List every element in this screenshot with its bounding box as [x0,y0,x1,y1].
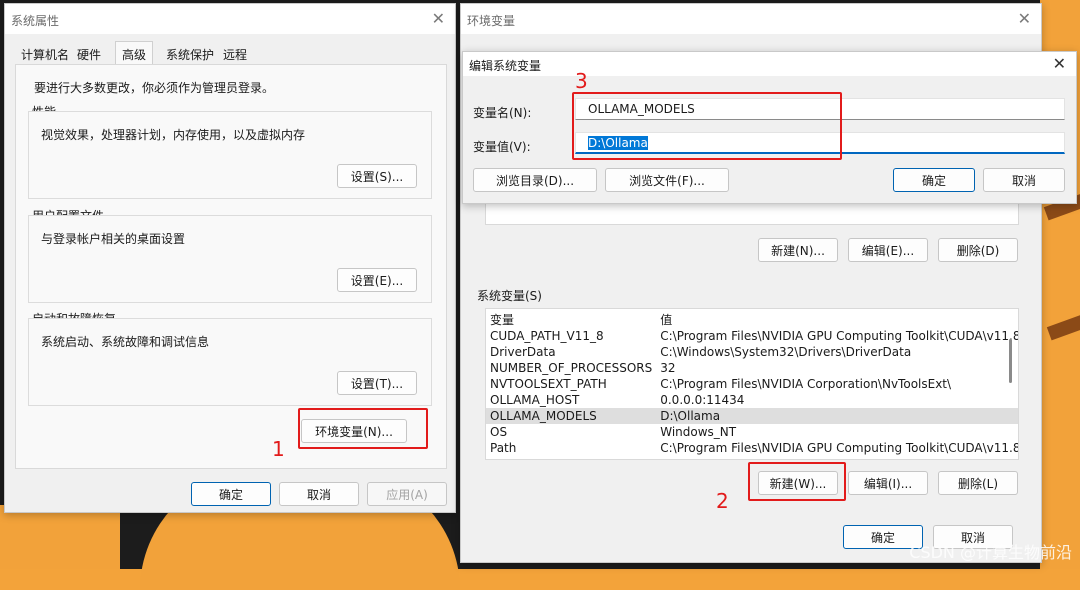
step1-number: 1 [272,437,285,461]
startup-group: 系统启动、系统故障和调试信息 设置(T)... [28,318,432,406]
table-row[interactable]: NVTOOLSEXT_PATH C:\Program Files\NVIDIA C… [486,376,1018,392]
ok-button[interactable]: 确定 [191,482,271,506]
dialog-title: 编辑系统变量 [469,59,542,73]
system-variables-list[interactable]: 变量 值 CUDA_PATH_V11_8 C:\Program Files\NVI… [485,308,1019,460]
user-new-button[interactable]: 新建(N)... [758,238,838,262]
variable-name-cell: OS [490,425,508,439]
variable-name-cell: NVTOOLSEXT_PATH [490,377,607,391]
table-row[interactable]: OLLAMA_HOST 0.0.0.0:11434 [486,392,1018,408]
user-edit-button[interactable]: 编辑(E)... [848,238,928,262]
tab-system-protection[interactable]: 系统保护 [160,44,220,64]
apply-button[interactable]: 应用(A) [367,482,447,506]
variable-value-cell: D:\Ollama [656,408,1018,424]
user-delete-button[interactable]: 删除(D) [938,238,1018,262]
variable-value-cell: C:\Program Files\NVIDIA Corporation\NvTo… [660,377,952,391]
cancel-button[interactable]: 取消 [279,482,359,506]
browse-directory-button[interactable]: 浏览目录(D)... [473,168,597,192]
variable-value-cell: C:\Windows\System32\Drivers\DriverData [660,345,912,359]
table-header: 变量 值 [486,311,1018,328]
ok-button[interactable]: 确定 [893,168,975,192]
step2-number: 2 [716,489,729,513]
profile-group: 与登录帐户相关的桌面设置 设置(E)... [28,215,432,303]
table-row[interactable]: CUDA_PATH_V11_8 C:\Program Files\NVIDIA G… [486,328,1019,344]
variable-value-cell: 0.0.0.0:11434 [660,393,745,407]
close-icon[interactable]: ✕ [432,9,445,28]
column-header-variable: 变量 [490,313,515,327]
titlebar: 环境变量 ✕ [461,4,1041,34]
tab-computer-name[interactable]: 计算机名 [15,44,75,64]
titlebar: 系统属性 ✕ [5,4,455,34]
variable-name-cell: NUMBER_OF_PROCESSORS [490,361,653,375]
variable-name-label: 变量名(N): [473,106,532,120]
environment-variables-button[interactable]: 环境变量(N)... [301,419,407,443]
step3-number: 3 [575,69,588,93]
variable-value-cell: C:\Program Files\NVIDIA GPU Computing To… [660,441,1019,455]
admin-note: 要进行大多数更改，你必须作为管理员登录。 [34,81,275,95]
variable-name-field[interactable]: OLLAMA_MODELS [575,98,1065,120]
window-title: 系统属性 [11,14,60,28]
variable-value-cell: Windows_NT [660,425,737,439]
background-shape [0,505,120,569]
system-variables-label: 系统变量(S) [477,289,542,303]
startup-desc: 系统启动、系统故障和调试信息 [41,335,210,349]
column-header-value: 值 [660,313,673,327]
variable-name-cell: CUDA_PATH_V11_8 [490,329,604,343]
profile-settings-button[interactable]: 设置(E)... [337,268,417,292]
close-icon[interactable]: ✕ [1053,54,1066,73]
variable-value-cell: 32 [660,361,676,375]
table-row[interactable]: OS Windows_NT [486,424,1018,440]
system-new-button[interactable]: 新建(W)... [758,471,838,495]
system-variables-table: 变量 值 CUDA_PATH_V11_8 C:\Program Files\NVI… [486,311,1019,456]
performance-desc: 视觉效果，处理器计划，内存使用，以及虚拟内存 [41,128,306,142]
table-row[interactable]: Path C:\Program Files\NVIDIA GPU Computin… [486,440,1019,456]
table-row[interactable]: DriverData C:\Windows\System32\Drivers\Dr… [486,344,1018,360]
variable-value-cell: C:\Program Files\NVIDIA GPU Computing To… [660,329,1019,343]
tab-advanced[interactable]: 高级 [115,41,154,66]
variable-value-field[interactable]: D:\Ollama [575,132,1065,154]
variable-name-cell: Path [490,441,517,455]
scrollbar[interactable] [1009,339,1012,383]
tab-hardware[interactable]: 硬件 [71,44,107,64]
close-icon[interactable]: ✕ [1018,9,1031,28]
system-properties-window: 系统属性 ✕ 计算机名 硬件 高级 系统保护 远程 要进行大多数更改，你必须作为… [4,3,456,513]
variable-name-cell: DriverData [490,345,556,359]
browse-file-button[interactable]: 浏览文件(F)... [605,168,729,192]
tab-remote[interactable]: 远程 [217,44,253,64]
profile-desc: 与登录帐户相关的桌面设置 [41,232,186,246]
table-row[interactable]: NUMBER_OF_PROCESSORS 32 [486,360,1018,376]
startup-settings-button[interactable]: 设置(T)... [337,371,417,395]
variable-name-cell: OLLAMA_MODELS [486,408,657,424]
watermark: CSDN @计算生物前沿 [909,543,1072,562]
system-delete-button[interactable]: 删除(L) [938,471,1018,495]
cancel-button[interactable]: 取消 [983,168,1065,192]
variable-name-cell: OLLAMA_HOST [490,393,580,407]
performance-group: 视觉效果，处理器计划，内存使用，以及虚拟内存 设置(S)... [28,111,432,199]
edit-system-variable-dialog: 编辑系统变量 ✕ 变量名(N): OLLAMA_MODELS 变量值(V): D… [462,51,1077,204]
titlebar: 编辑系统变量 ✕ [463,52,1076,76]
tab-panel: 要进行大多数更改，你必须作为管理员登录。 性能 视觉效果，处理器计划，内存使用，… [15,64,447,469]
variable-name-value: OLLAMA_MODELS [588,102,695,116]
table-row[interactable]: OLLAMA_MODELS D:\Ollama [486,408,1018,424]
system-edit-button[interactable]: 编辑(I)... [848,471,928,495]
window-title: 环境变量 [467,14,516,28]
variable-value-label: 变量值(V): [473,140,531,154]
variable-value-text: D:\Ollama [588,136,648,150]
performance-settings-button[interactable]: 设置(S)... [337,164,417,188]
